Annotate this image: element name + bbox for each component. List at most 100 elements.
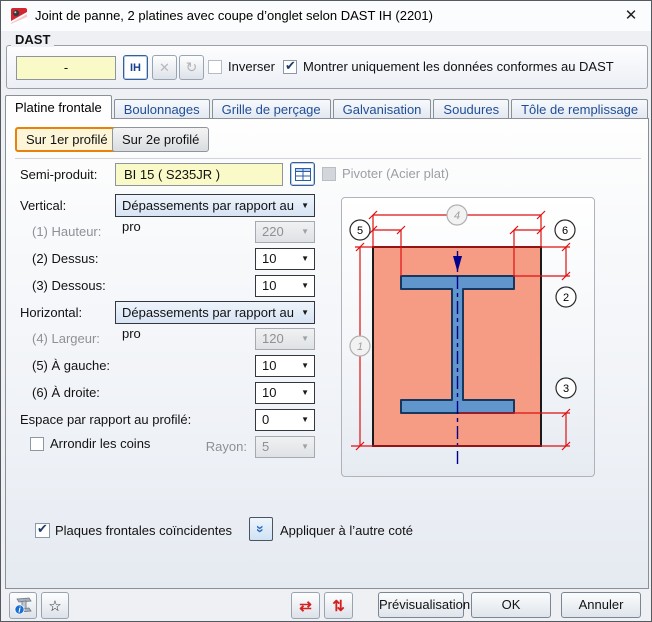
svg-text:2: 2 [563,292,569,304]
title-bar: Joint de panne, 2 platines avec coupe d’… [1,1,651,31]
svg-text:6: 6 [562,225,568,237]
svg-text:5: 5 [357,225,363,237]
espace-select[interactable]: 0▼ [255,409,315,431]
tab-bar: Platine frontale Boulonnages Grille de p… [5,96,650,119]
chevron-down-icon: ▼ [301,437,309,457]
rayon-label: Rayon: [152,439,247,454]
marker-3: 3 [556,378,576,398]
rayon-value: 5 [262,439,269,454]
tab-content-panel: Sur 1er profilé Sur 2e profilé Semi-prod… [5,118,649,589]
espace-value: 0 [262,412,269,427]
horizontal-mode-select[interactable]: Dépassements par rapport au pro ▼ [115,301,315,324]
tab-soudures[interactable]: Soudures [433,99,509,119]
montrer-label: Montrer uniquement les données conformes… [303,59,614,74]
swap-horizontal-button[interactable]: ⇄ [291,592,320,619]
star-icon: ☆ [48,597,61,615]
swap-vertical-button[interactable]: ⇅ [324,592,353,619]
pivoter-checkbox [322,167,336,181]
vertical-label: Vertical: [20,198,66,213]
rayon-select: 5▼ [255,436,315,458]
dessus-value: 10 [262,251,276,266]
vertical-mode-select[interactable]: Dépassements par rapport au pro ▼ [115,194,315,217]
marker-4: 4 [447,205,467,225]
dast-clear-icon: ✕ [152,55,177,80]
dessous-select[interactable]: 10 ▼ [255,275,315,297]
hauteur-value: 220 [262,224,284,239]
dast-value-field[interactable]: - [16,56,116,80]
dast-refresh-icon: ↻ [179,55,204,80]
largeur-value: 120 [262,331,284,346]
inverser-label: Inverser [228,59,275,74]
largeur-label: (4) Largeur: [32,331,100,346]
gauche-label: (5) À gauche: [32,358,110,373]
ok-button[interactable]: OK [471,592,551,618]
tab-tole-de-remplissage[interactable]: Tôle de remplissage [511,99,648,119]
marker-2: 2 [556,287,576,307]
table-icon [295,168,311,181]
dast-group-label: DAST [11,32,54,47]
inverser-checkbox[interactable] [208,60,222,74]
swap-horizontal-icon: ⇄ [299,597,312,615]
double-chevron-down-icon: » [253,525,269,533]
arrondir-checkbox[interactable] [30,437,44,451]
montrer-checkbox[interactable] [283,60,297,74]
svg-text:1: 1 [357,341,363,353]
swap-vertical-icon: ⇅ [332,597,345,615]
tab-galvanisation[interactable]: Galvanisation [333,99,432,119]
marker-1: 1 [350,336,370,356]
favorites-button[interactable]: ☆ [41,592,69,619]
chevron-down-icon: ▼ [301,249,309,269]
profile-info-button[interactable]: i [9,592,37,619]
preview-button[interactable]: Prévisualisation [378,592,464,618]
droite-select[interactable]: 10 ▼ [255,382,315,404]
gauche-value: 10 [262,358,276,373]
hauteur-label: (1) Hauteur: [32,224,101,239]
dast-group: - IH ✕ ↻ Inverser Montrer uniquement les… [6,45,648,89]
window-title: Joint de panne, 2 platines avec coupe d’… [35,1,433,31]
dessous-value: 10 [262,278,276,293]
dessous-label: (3) Dessous: [32,278,106,293]
beam-info-icon: i [13,597,33,615]
largeur-select: 120 ▼ [255,328,315,350]
appliquer-autre-cote-button[interactable]: » [249,517,273,541]
chevron-down-icon: ▼ [301,356,309,376]
chevron-down-icon: ▼ [301,222,309,242]
horizontal-label: Horizontal: [20,305,82,320]
plaques-coincidentes-checkbox[interactable] [35,523,50,538]
dessus-label: (2) Dessus: [32,251,98,266]
pivoter-label: Pivoter (Acier plat) [342,166,449,181]
cancel-button[interactable]: Annuler [561,592,641,618]
sur-1er-profile-button[interactable]: Sur 1er profilé [15,127,119,152]
plaques-coincidentes-label: Plaques frontales coïncidentes [55,523,232,538]
dast-ih-button[interactable]: IH [123,55,148,80]
chevron-down-icon: ▼ [301,302,309,323]
tab-grille-de-percage[interactable]: Grille de perçage [212,99,331,119]
dessus-select[interactable]: 10 ▼ [255,248,315,270]
profile-diagram-panel: 4 5 6 2 1 [341,197,595,477]
semi-produit-label: Semi-produit: [20,167,97,182]
tab-platine-frontale[interactable]: Platine frontale [5,95,112,119]
svg-text:3: 3 [563,383,569,395]
profile-diagram: 4 5 6 2 1 [342,198,594,476]
svg-text:4: 4 [454,210,460,222]
catalogue-table-button[interactable] [290,162,315,186]
arrondir-label: Arrondir les coins [50,436,150,451]
appliquer-autre-cote-label: Appliquer à l’autre coté [280,523,413,538]
tab-boulonnages[interactable]: Boulonnages [114,99,210,119]
gauche-select[interactable]: 10 ▼ [255,355,315,377]
close-icon[interactable]: ✕ [619,4,643,28]
chevron-down-icon: ▼ [301,329,309,349]
chevron-down-icon: ▼ [301,410,309,430]
semi-produit-field[interactable]: BI 15 ( S235JR ) [115,163,283,186]
droite-value: 10 [262,385,276,400]
app-icon [11,8,27,24]
sur-2e-profile-button[interactable]: Sur 2e profilé [112,127,209,152]
marker-6: 6 [555,220,575,240]
marker-5: 5 [350,220,370,240]
chevron-down-icon: ▼ [301,276,309,296]
droite-label: (6) À droite: [32,385,100,400]
chevron-down-icon: ▼ [301,383,309,403]
dialog-window: Joint de panne, 2 platines avec coupe d’… [0,0,652,622]
separator-line [15,158,641,159]
espace-label: Espace par rapport au profilé: [20,412,191,427]
